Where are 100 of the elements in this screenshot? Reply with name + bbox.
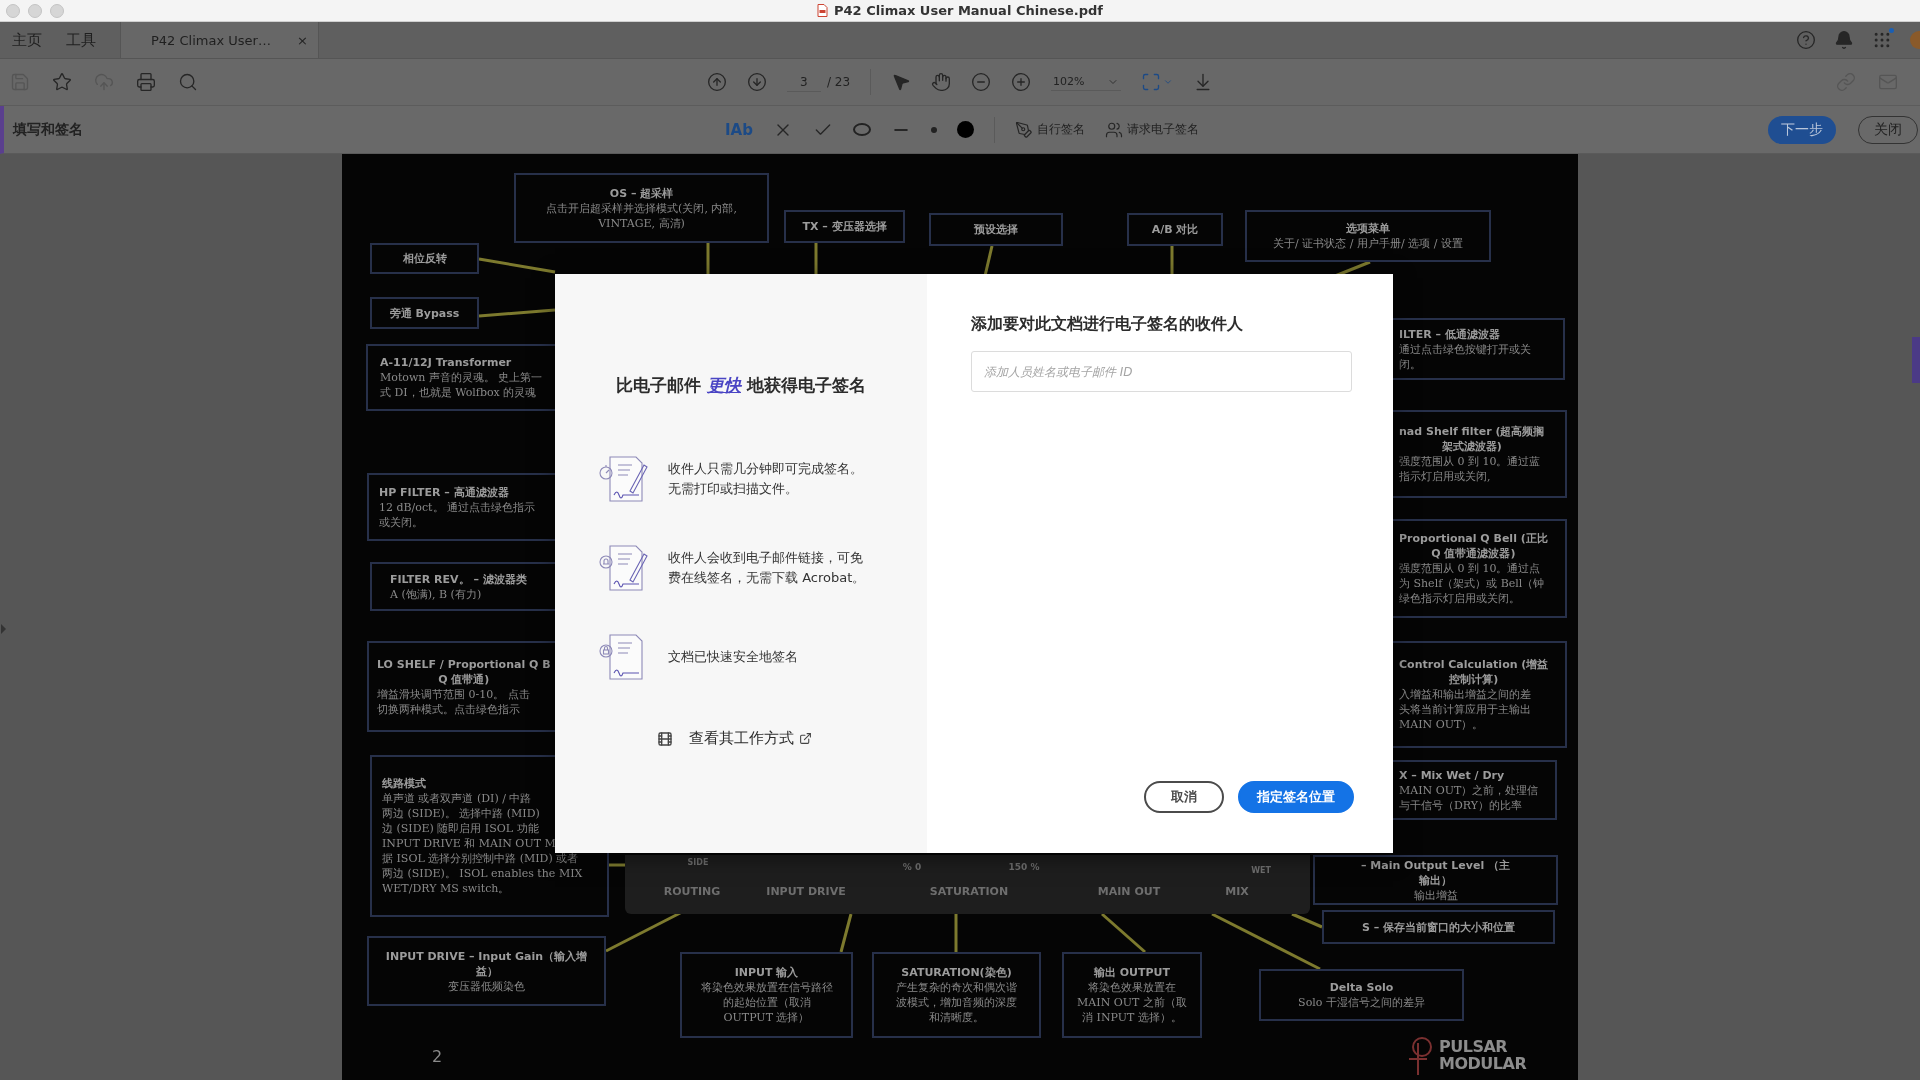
- callout-title: INPUT DRIVE – Input Gain（输入增 益）: [385, 948, 588, 979]
- ellipse-tool-icon[interactable]: [852, 123, 871, 136]
- callout-title: HP FILTER – 高通滤波器: [379, 484, 509, 500]
- nav-tab[interactable]: 主页: [0, 22, 54, 58]
- star-icon[interactable]: [52, 72, 72, 92]
- how-it-works-link[interactable]: 查看其工作方式: [688, 729, 812, 748]
- feature-text: 收件人会收到电子邮件链接，可免 费在线签名，无需下载 Acrobat。: [668, 549, 866, 587]
- callout-title: S – 保存当前窗口的大小和位置: [1361, 919, 1516, 935]
- callout-text: 产生复杂的奇次和偶次谐 波模式，增加音频的深度 和清晰度。: [896, 980, 1017, 1025]
- callout-title: 旁通 Bypass: [389, 305, 460, 321]
- callout-title: 预设选择: [974, 222, 1018, 237]
- callout-text: 增益滑块调节范围 0-10。 点击 切换两种模式。点击绿色指示: [377, 686, 530, 717]
- self-sign-button[interactable]: 自行签名: [1014, 120, 1085, 139]
- pen-icon: [1014, 120, 1033, 139]
- plugin-label: 150 %: [1008, 862, 1040, 872]
- plugin-label: ROUTING: [663, 884, 721, 898]
- leader-line: [1170, 246, 1174, 276]
- request-signature-button[interactable]: 请求电子签名: [1104, 120, 1199, 139]
- page-number-field[interactable]: 3: [786, 72, 821, 92]
- leader-line: [814, 243, 818, 276]
- callout-title: nad Shelf filter (超高频搁 架式滤波器): [1399, 424, 1545, 454]
- cancel-button[interactable]: 取消: [1144, 781, 1224, 813]
- callout-text: Motown 声音的灵魂。 史上第一 式 DI，也就是 Wolfbox 的灵魂: [380, 370, 543, 400]
- callout-title: A-11/12J Transformer: [380, 355, 512, 370]
- callout-text: Solo 干湿信号之间的差异: [1298, 995, 1425, 1010]
- hand-icon[interactable]: [931, 72, 952, 92]
- callout-title: X – Mix Wet / Dry: [1399, 767, 1505, 783]
- video-icon: [656, 730, 673, 747]
- leader-line: [954, 914, 958, 952]
- faster-link[interactable]: 更快: [707, 375, 741, 395]
- plugin-label: MAIN OUT: [1097, 884, 1161, 898]
- next-button[interactable]: 下一步: [1768, 115, 1836, 144]
- print-icon[interactable]: [136, 72, 156, 92]
- callout-text: 入增益和输出增益之间的差 头将当前计算应用于主输出 MAIN OUT）。: [1399, 687, 1531, 732]
- close-window-button[interactable]: [6, 3, 20, 18]
- zoom-window-button[interactable]: [50, 3, 64, 18]
- apps-grid-icon[interactable]: [1872, 30, 1892, 50]
- callout-text: 关于/ 证书状态 / 用户手册/ 选项 / 设置: [1273, 236, 1463, 251]
- document-tab[interactable]: P42 Climax User… ×: [120, 22, 319, 58]
- minimize-window-button[interactable]: [28, 3, 42, 18]
- pointer-icon[interactable]: [891, 72, 912, 92]
- callout-title: 选项菜单: [1346, 221, 1390, 236]
- page-fit-icon[interactable]: [1141, 72, 1174, 92]
- next-page-icon[interactable]: [746, 72, 767, 92]
- callout-title: ILTER – 低通滤波器: [1399, 326, 1500, 342]
- callout-text: 12 dB/oct。 通过点击绿色指示 或关闭。: [379, 499, 536, 530]
- plugin-label: SIDE: [687, 857, 709, 867]
- place-signature-button[interactable]: 指定签名位置: [1238, 781, 1354, 813]
- leader-line: [839, 913, 853, 953]
- callout-text: 将染色效果放置在信号路径 的起始位置（取消 OUTPUT 选择）: [700, 980, 833, 1025]
- leader-line: [983, 245, 994, 277]
- plugin-label: MIX: [1225, 884, 1249, 898]
- pdf-file-icon: [817, 4, 829, 17]
- callout-text: 强度范围从 0 到 10。通过点 为 Shelf（架式）或 Bell（钟 绿色指示灯启用或关闭。: [1399, 561, 1545, 606]
- zoom-out-icon[interactable]: [971, 72, 992, 92]
- callout-text: 通过点击绿色按键打开或关 闭。: [1399, 341, 1531, 372]
- callout-title: Delta Solo: [1329, 980, 1394, 995]
- callout-text: 单声道 或者双声道 (DI) / 中路 两边 (SIDE)。 选择中路 (MID) 边 (SIDE) 随即启用 ISOL 功能 INPUT DRIVE 和 MAIN OUT M 据 ISOL 选择分别控制中路 (MID) 或者 两边 (SIDE)。 ISOL enables the MIX WET/DRY MS switch。: [382, 791, 583, 896]
- leader-line: [706, 243, 710, 276]
- plugin-label: INPUT DRIVE: [766, 884, 846, 898]
- callout-text: A (饱满), B (有力): [390, 586, 482, 602]
- callout-title: INPUT 输入: [734, 965, 799, 980]
- feature-text: 收件人只需几分钟即可完成签名。 无需打印或扫描文件。: [668, 460, 863, 498]
- callout-title: A/B 对比: [1151, 222, 1199, 237]
- callout-title: 相位反转: [402, 251, 447, 266]
- window-title: P42 Climax User Manual Chinese.pdf: [834, 3, 1103, 18]
- dialog-heading: 比电子邮件 更快 地获得电子签名: [616, 374, 866, 397]
- zoom-in-icon[interactable]: [1011, 72, 1032, 92]
- callout-text: 输出增益: [1413, 887, 1458, 903]
- logo-text: PULSAR MODULAR: [1439, 1038, 1527, 1072]
- callout-title: SATURATION(染色): [901, 965, 1012, 980]
- search-icon[interactable]: [178, 72, 198, 92]
- dot-tool-icon[interactable]: [930, 126, 937, 133]
- nav-tab[interactable]: 工具: [54, 22, 108, 58]
- zoom-dropdown[interactable]: 102%: [1051, 73, 1122, 91]
- help-icon[interactable]: [1796, 30, 1816, 50]
- external-link-icon: [798, 732, 812, 745]
- callout-title: FILTER REV。 – 滤波器类: [390, 571, 527, 587]
- people-icon: [1104, 120, 1123, 139]
- fill-sign-title: 填写和签名: [11, 120, 83, 139]
- callout-text: 点击开启超采样并选择模式(关闭, 内部, VINTAGE, 高清): [546, 200, 737, 231]
- callout-text: MAIN OUT）之前，处理信 与干信号（DRY）的比率: [1399, 782, 1539, 813]
- callout-title: OS – 超采样: [609, 185, 674, 201]
- dialog-title: 添加要对此文档进行电子签名的收件人: [971, 314, 1244, 335]
- expand-arrow-icon[interactable]: [1, 624, 6, 634]
- callout-title: LO SHELF / Proportional Q B Q 值带通): [377, 656, 551, 687]
- leader-line: [1101, 912, 1146, 954]
- feature-text: 文档已快速安全地签名: [668, 648, 798, 666]
- notification-bell-icon[interactable]: [1834, 30, 1854, 50]
- callout-title: TX – 变压器选择: [802, 219, 887, 234]
- previous-page-icon[interactable]: [706, 72, 727, 92]
- page-count: / 23: [826, 75, 851, 89]
- callout-text: 变压器低频染色: [448, 978, 525, 994]
- recipient-field[interactable]: 添加人员姓名或电子邮件 ID: [971, 351, 1352, 392]
- plugin-label: SATURATION: [929, 884, 1009, 898]
- color-picker-icon[interactable]: [956, 121, 974, 138]
- callout-title: 线路模式: [382, 776, 426, 791]
- callout-title: Control Calculation (增益 控制计算): [1399, 657, 1549, 687]
- close-tab-button[interactable]: ×: [296, 32, 308, 48]
- add-text-tool[interactable]: IAb: [725, 120, 753, 139]
